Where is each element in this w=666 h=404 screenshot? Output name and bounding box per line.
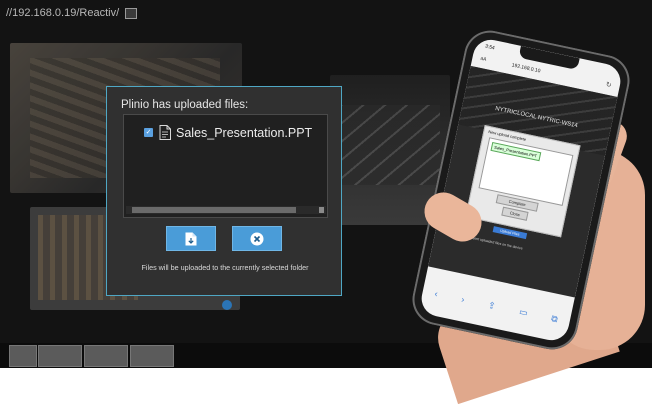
scroll-right-arrow[interactable]: [319, 207, 324, 213]
dialog-title: Plinio has uploaded files:: [121, 99, 249, 111]
phone-upload-dialog: New upload complete Sales_Presentation.P…: [465, 125, 581, 238]
forward-icon[interactable]: ›: [460, 294, 465, 304]
download-button[interactable]: [166, 226, 216, 251]
close-circle-icon: [250, 232, 264, 245]
cancel-button[interactable]: [232, 226, 282, 251]
back-icon[interactable]: ‹: [434, 288, 439, 298]
phone-file-item[interactable]: Sales_Presentation.PPT: [490, 141, 541, 162]
scene: //192.168.0.19/Reactiv/ Plinio has uploa…: [0, 0, 666, 404]
tabs-icon[interactable]: ⧉: [550, 313, 558, 325]
horizontal-scrollbar[interactable]: [126, 206, 326, 214]
thumbnail[interactable]: [130, 345, 174, 367]
phone-app-view: NYTRICLOCAL NYTRIC-WS14 New upload compl…: [428, 65, 618, 298]
thumbnail[interactable]: [38, 345, 82, 367]
bookmarks-icon[interactable]: ▭: [518, 306, 528, 319]
phone-status-time: 3:54: [484, 43, 496, 52]
url-text: //192.168.0.19/Reactiv/: [6, 7, 120, 19]
upload-note: Files will be uploaded to the currently …: [141, 263, 309, 272]
reload-icon[interactable]: ↻: [605, 80, 612, 89]
scrollbar-thumb[interactable]: [132, 207, 296, 213]
file-list: ✓ Sales_Presentation.PPT: [123, 114, 328, 218]
document-icon: [159, 125, 171, 140]
list-item[interactable]: ✓ Sales_Presentation.PPT: [144, 125, 312, 140]
phone-address-bar[interactable]: 192.168.0.10: [511, 62, 541, 74]
page-icon: [125, 7, 138, 19]
browser-url-bar[interactable]: //192.168.0.19/Reactiv/: [6, 7, 138, 19]
location-pin-icon: [222, 300, 232, 310]
thumbnail[interactable]: [9, 345, 37, 367]
upload-dialog: Plinio has uploaded files: ✓ Sales_Prese…: [106, 86, 342, 296]
file-name: Sales_Presentation.PPT: [176, 125, 313, 140]
thumbnail[interactable]: [84, 345, 128, 367]
reader-button[interactable]: aA: [480, 56, 487, 63]
share-icon[interactable]: ⇪: [487, 299, 496, 311]
file-checkbox[interactable]: ✓: [144, 128, 153, 137]
download-file-icon: [185, 232, 197, 245]
phone-file-list: Sales_Presentation.PPT: [478, 137, 574, 206]
